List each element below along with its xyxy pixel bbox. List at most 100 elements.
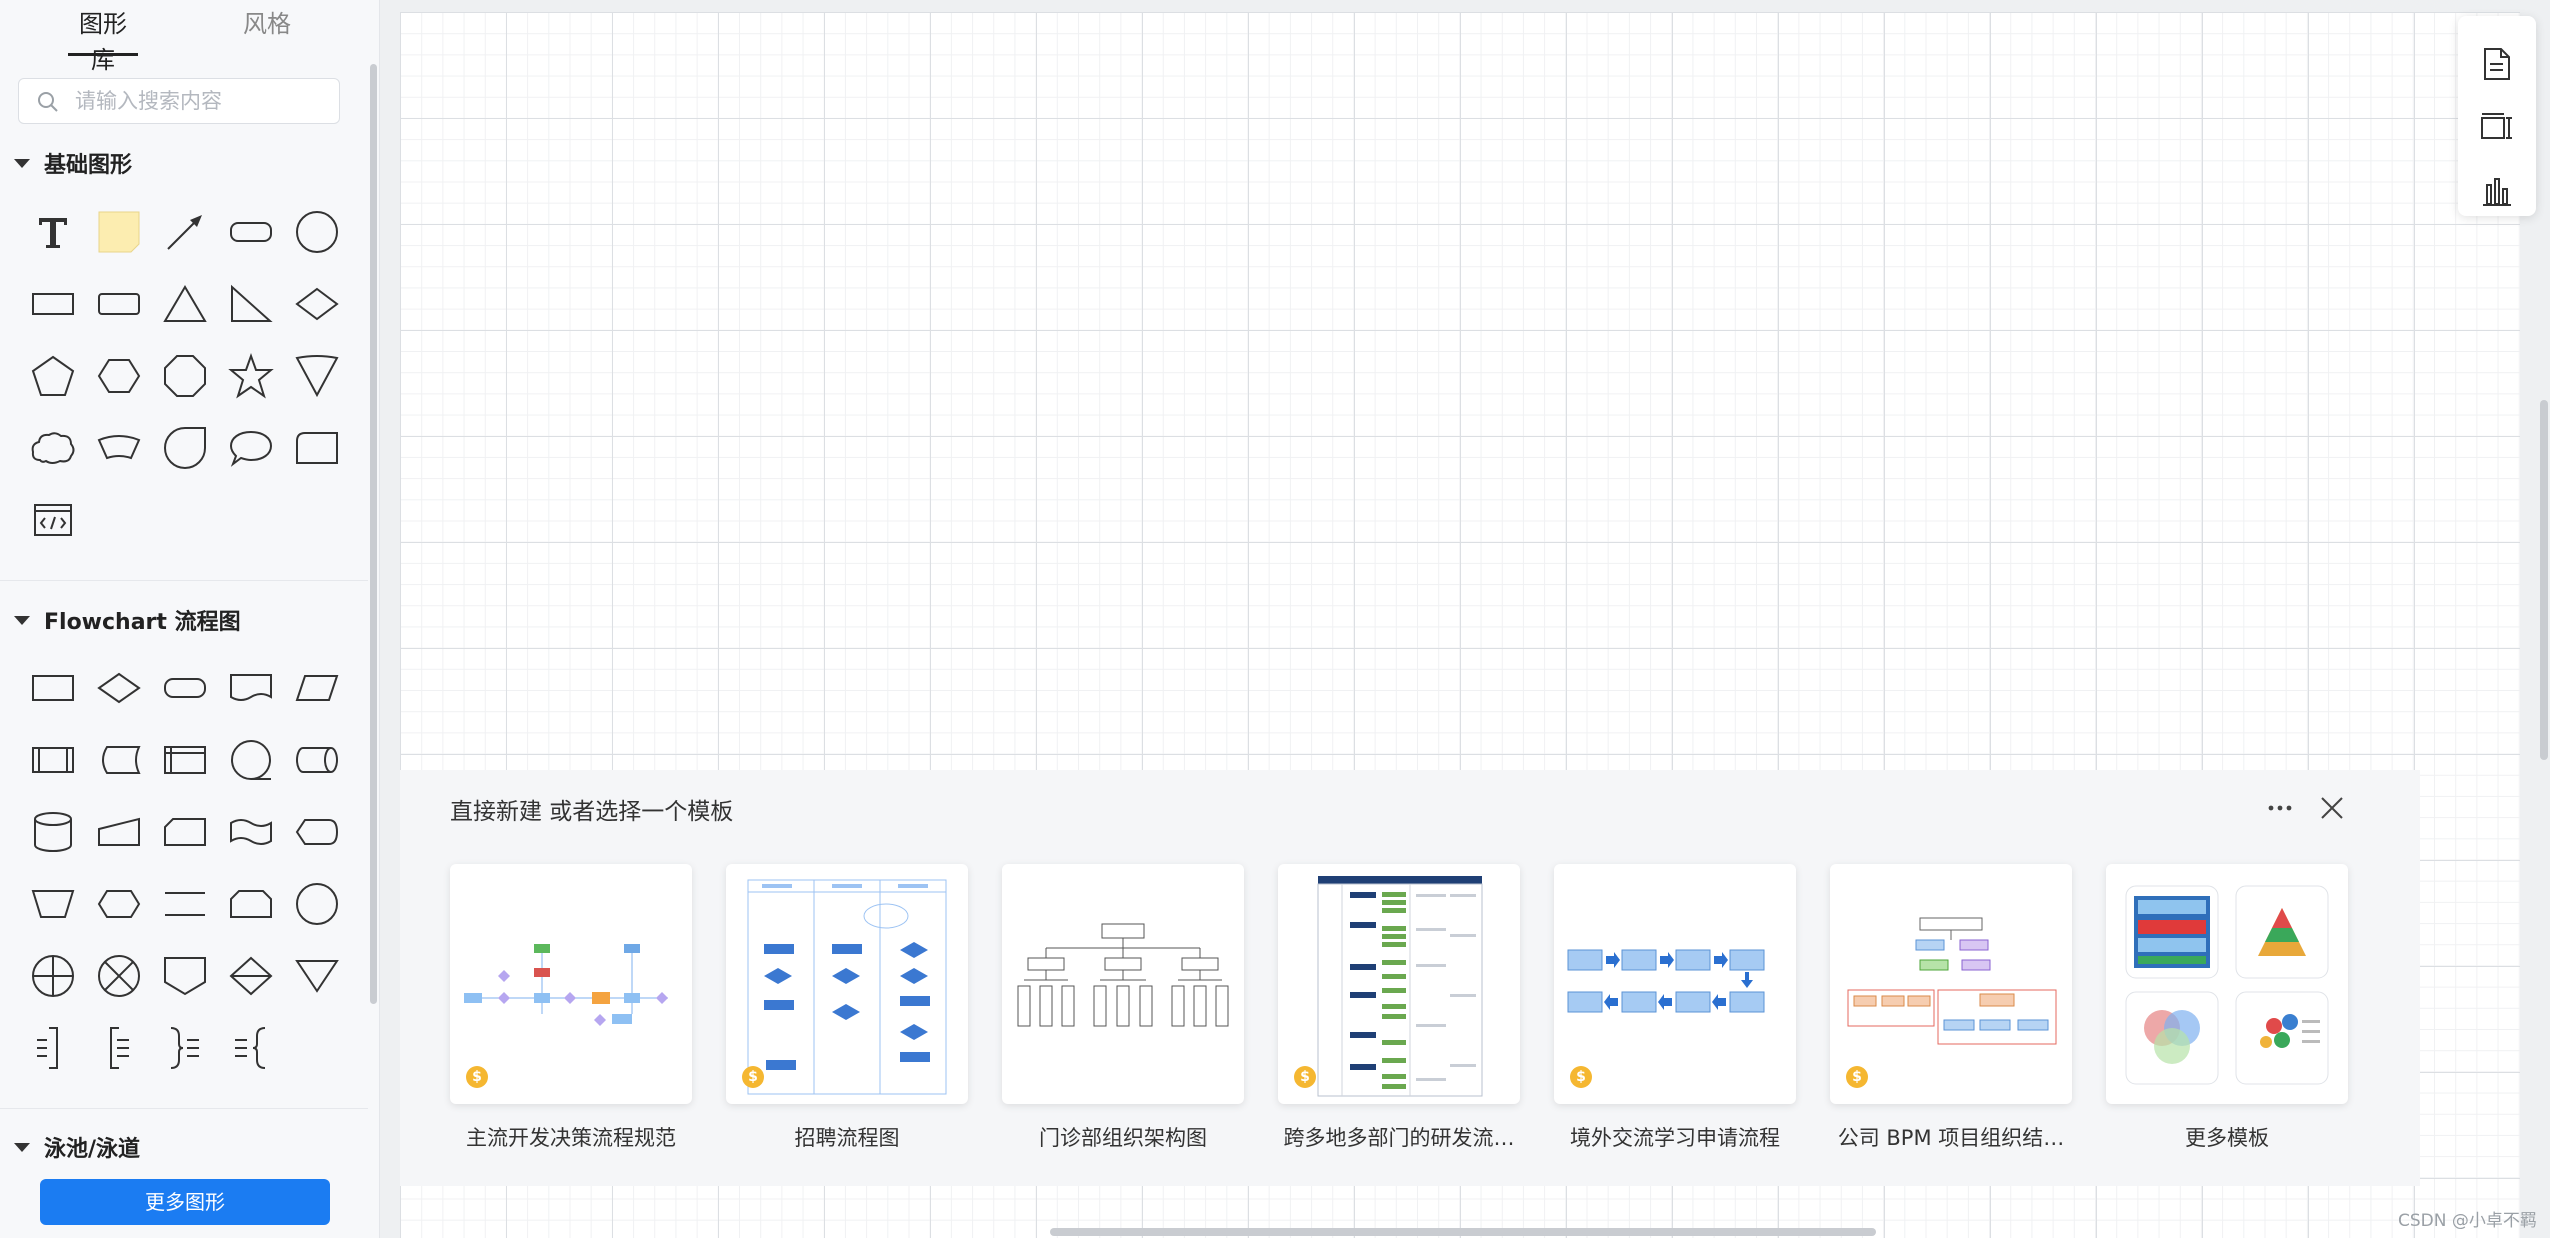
sort-icon[interactable]: [218, 940, 284, 1012]
diamond-icon[interactable]: [284, 268, 350, 340]
manual-operation-icon[interactable]: [20, 868, 86, 940]
template-thumbnail: [2106, 864, 2348, 1104]
template-card[interactable]: $ 跨多地多部门的研发流…: [1278, 864, 1520, 1152]
or-icon[interactable]: [20, 940, 86, 1012]
template-thumbnail: $: [450, 864, 692, 1104]
annotation-right-icon[interactable]: [20, 1012, 86, 1084]
paid-badge-icon: $: [1570, 1066, 1592, 1088]
canvas-horizontal-scrollbar[interactable]: [1050, 1228, 1876, 1236]
parallel-mode-icon[interactable]: [152, 868, 218, 940]
more-options-icon[interactable]: [2262, 796, 2298, 820]
template-card[interactable]: 门诊部组织架构图: [1002, 864, 1244, 1152]
sticky-note-icon[interactable]: [86, 196, 152, 268]
leaf-shape-icon[interactable]: [152, 412, 218, 484]
template-thumbnail: $: [1830, 864, 2072, 1104]
search-box[interactable]: [18, 78, 340, 124]
rounded-rectangle-icon[interactable]: [86, 268, 152, 340]
more-shapes-button[interactable]: 更多图形: [40, 1179, 330, 1225]
database-icon[interactable]: [20, 796, 86, 868]
watermark: CSDN @小卓不羁: [2398, 1211, 2537, 1231]
loop-limit-icon[interactable]: [218, 868, 284, 940]
paid-badge-icon: $: [742, 1066, 764, 1088]
section-title: 基础图形: [44, 153, 133, 178]
template-label: 门诊部组织架构图: [1039, 1126, 1207, 1150]
annotation-left-icon[interactable]: [86, 1012, 152, 1084]
paid-badge-icon: $: [1846, 1066, 1868, 1088]
template-panel: 直接新建 或者选择一个模板 $ 主流开发决策流程规范 $ 招聘流程图 门诊部组织…: [400, 770, 2420, 1186]
template-label: 公司 BPM 项目组织结…: [1837, 1126, 2065, 1150]
merge-icon[interactable]: [284, 940, 350, 1012]
connector-icon[interactable]: [284, 868, 350, 940]
template-card[interactable]: $ 境外交流学习申请流程: [1554, 864, 1796, 1152]
close-icon[interactable]: [2314, 790, 2350, 826]
shape-library-sidebar: 图形库 风格 基础图形: [0, 0, 380, 1238]
canvas-vertical-scrollbar[interactable]: [2540, 400, 2548, 760]
card-shape-icon[interactable]: [284, 412, 350, 484]
predefined-process-icon[interactable]: [20, 724, 86, 796]
rectangle-icon[interactable]: [20, 268, 86, 340]
cloud-icon[interactable]: [20, 412, 86, 484]
document-icon[interactable]: [218, 652, 284, 724]
terminator-icon[interactable]: [152, 652, 218, 724]
section-pool-lane[interactable]: 泳池/泳道: [14, 1129, 140, 1165]
sidebar-tabs: 图形库 风格: [0, 0, 370, 74]
section-basic-shapes[interactable]: 基础图形: [14, 145, 132, 181]
internal-storage-icon[interactable]: [152, 724, 218, 796]
star-icon[interactable]: [218, 340, 284, 412]
more-templates-card[interactable]: 更多模板: [2106, 864, 2348, 1152]
summing-junction-icon[interactable]: [86, 940, 152, 1012]
process-icon[interactable]: [20, 652, 86, 724]
sidebar-scrollbar[interactable]: [370, 64, 377, 1004]
template-thumbnail: $: [726, 864, 968, 1104]
brace-right-icon[interactable]: [152, 1012, 218, 1084]
template-label: 主流开发决策流程规范: [466, 1126, 676, 1150]
text-shape-icon[interactable]: [20, 196, 86, 268]
section-flowchart[interactable]: Flowchart 流程图: [14, 602, 241, 638]
template-label: 跨多地多部门的研发流…: [1283, 1126, 1515, 1150]
template-card[interactable]: $ 招聘流程图: [726, 864, 968, 1152]
template-thumbnail: [1002, 864, 1244, 1104]
right-triangle-icon[interactable]: [218, 268, 284, 340]
page-properties-icon[interactable]: [2477, 44, 2517, 84]
octagon-icon[interactable]: [152, 340, 218, 412]
triangle-icon[interactable]: [152, 268, 218, 340]
pentagon-icon[interactable]: [20, 340, 86, 412]
section-divider: [0, 1108, 368, 1109]
brace-left-icon[interactable]: [218, 1012, 284, 1084]
tab-style[interactable]: 风格: [240, 6, 294, 56]
sequential-data-icon[interactable]: [218, 724, 284, 796]
template-card[interactable]: $ 主流开发决策流程规范: [450, 864, 692, 1152]
hexagon-icon[interactable]: [86, 340, 152, 412]
inverted-triangle-icon[interactable]: [284, 340, 350, 412]
layout-size-icon[interactable]: [2477, 108, 2517, 148]
curved-trapezoid-icon[interactable]: [86, 412, 152, 484]
decision-icon[interactable]: [86, 652, 152, 724]
rounded-rect-icon[interactable]: [218, 196, 284, 268]
display-icon[interactable]: [284, 796, 350, 868]
direct-data-icon[interactable]: [284, 724, 350, 796]
card-icon[interactable]: [152, 796, 218, 868]
caret-down-icon: [14, 615, 30, 625]
template-label: 更多模板: [2185, 1126, 2269, 1150]
template-card[interactable]: $ 公司 BPM 项目组织结…: [1830, 864, 2072, 1152]
caret-down-icon: [14, 158, 30, 168]
arrow-line-icon[interactable]: [152, 196, 218, 268]
flowchart-shapes-grid: [20, 652, 350, 1084]
punched-tape-icon[interactable]: [218, 796, 284, 868]
bar-chart-icon[interactable]: [2477, 172, 2517, 212]
data-parallelogram-icon[interactable]: [284, 652, 350, 724]
speech-bubble-icon[interactable]: [218, 412, 284, 484]
tab-shape-library[interactable]: 图形库: [68, 6, 138, 74]
paid-badge-icon: $: [1294, 1066, 1316, 1088]
template-label: 境外交流学习申请流程: [1570, 1126, 1780, 1150]
basic-shapes-grid: [20, 196, 350, 556]
app: 图形库 风格 基础图形: [0, 0, 2550, 1238]
right-toolbar: [2458, 16, 2536, 216]
manual-input-icon[interactable]: [86, 796, 152, 868]
preparation-icon[interactable]: [86, 868, 152, 940]
off-page-connector-icon[interactable]: [152, 940, 218, 1012]
circle-icon[interactable]: [284, 196, 350, 268]
code-block-icon[interactable]: [20, 484, 86, 556]
stored-data-icon[interactable]: [86, 724, 152, 796]
search-input[interactable]: [75, 87, 325, 115]
